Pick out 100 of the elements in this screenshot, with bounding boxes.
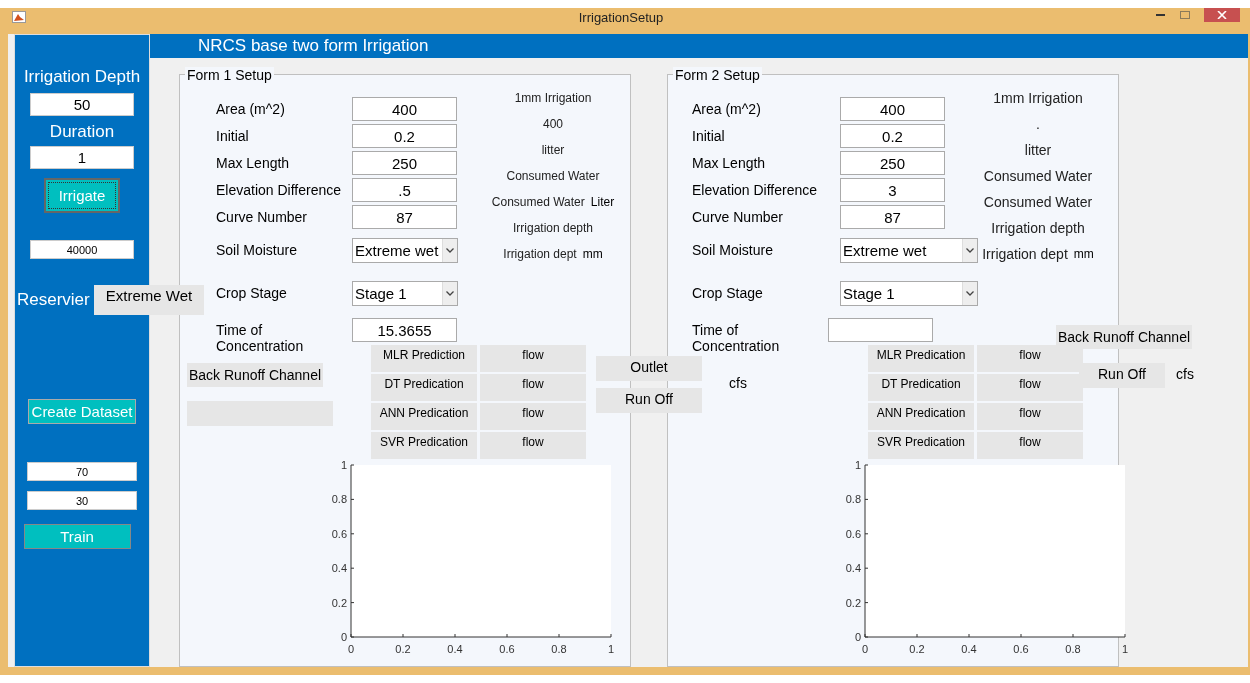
- tick-label: 0.2: [845, 596, 861, 609]
- input-field[interactable]: 400: [840, 97, 945, 121]
- caret-icon: [446, 291, 454, 296]
- tick-label: 0.6: [845, 527, 861, 540]
- prediction-value: flow: [480, 432, 586, 459]
- field-label: Time of Concentration: [692, 321, 781, 354]
- result-text: Irrigation dept: [982, 246, 1068, 262]
- result-text: Consumed Water: [491, 195, 585, 209]
- prediction-value: flow: [977, 432, 1083, 459]
- dropdown[interactable]: Stage 1: [352, 281, 458, 306]
- tick-label: 0.4: [447, 643, 463, 655]
- output-label: Outlet: [596, 356, 702, 381]
- form-title: Form 2 Setup: [673, 67, 762, 83]
- result-text: 1mm Irrigation: [514, 91, 592, 105]
- back-runoff-label: Back Runoff Channel: [187, 363, 324, 387]
- split-field[interactable]: 70: [27, 462, 137, 481]
- form-title: Form 1 Setup: [185, 67, 274, 83]
- field-label: Crop Stage: [216, 284, 288, 301]
- prediction-label: MLR Predication: [868, 345, 974, 372]
- result-text: .: [1036, 116, 1040, 132]
- tick-label: 0.6: [331, 527, 347, 540]
- field-label: Max Length: [216, 154, 291, 171]
- depth-label: Irrigation Depth: [23, 67, 141, 87]
- field-label: Crop Stage: [692, 284, 764, 301]
- output-label: Run Off: [596, 388, 702, 413]
- tick-label: 0.4: [961, 643, 977, 655]
- input-field[interactable]: 0.2: [840, 124, 945, 148]
- tick-label: 0.2: [909, 643, 925, 655]
- result-text: Consumed Water: [983, 194, 1093, 210]
- field-label: Time of Concentration: [216, 321, 305, 354]
- prediction-value: flow: [480, 345, 586, 372]
- duration-field[interactable]: 1: [30, 146, 134, 169]
- input-field[interactable]: 250: [352, 151, 457, 175]
- tick-label: 0.4: [845, 562, 861, 575]
- reservoir-label: Reservier: [17, 290, 90, 310]
- caret-icon: [446, 248, 454, 253]
- close-button[interactable]: [1204, 8, 1240, 22]
- result-text: Irrigation dept: [503, 247, 577, 261]
- result-text: Irrigation depth: [512, 221, 594, 235]
- minimize-icon[interactable]: [1156, 13, 1166, 17]
- field-label: Curve Number: [692, 208, 785, 225]
- input-field[interactable]: 87: [840, 205, 945, 229]
- tick-label: 1: [1121, 643, 1129, 655]
- result-text: 400: [543, 117, 563, 131]
- result-text: Consumed Water: [506, 169, 600, 183]
- caret-icon: [966, 248, 974, 253]
- tick-label: 0.8: [331, 493, 347, 506]
- tick-label: 0.6: [499, 643, 515, 655]
- field-label: Elevation Difference: [216, 181, 343, 198]
- close-icon: [1217, 11, 1227, 19]
- unit-text: mm: [1073, 247, 1094, 261]
- input-field[interactable]: .5: [352, 178, 457, 202]
- prediction-value: flow: [480, 403, 586, 430]
- caret-icon: [966, 291, 974, 296]
- dropdown[interactable]: Stage 1: [840, 281, 978, 306]
- unit-text: cfs: [1176, 366, 1194, 382]
- prediction-label: ANN Predication: [868, 403, 974, 430]
- field-label: Curve Number: [216, 208, 309, 225]
- result-text: Irrigation depth: [991, 220, 1085, 236]
- prediction-label: DT Predication: [868, 374, 974, 401]
- tick-label: 0: [340, 631, 347, 643]
- maximize-icon[interactable]: [1180, 11, 1190, 19]
- total-field[interactable]: 40000: [30, 240, 134, 259]
- prediction-label: ANN Predication: [371, 403, 477, 430]
- depth-field[interactable]: 50: [30, 93, 134, 116]
- dropdown[interactable]: Extreme wet: [352, 238, 458, 263]
- tick-label: 1: [607, 643, 615, 655]
- tick-label: 0.2: [331, 596, 347, 609]
- tick-label: 1: [340, 459, 347, 471]
- duration-label: Duration: [49, 122, 115, 142]
- reservoir-status: Extreme Wet: [93, 285, 204, 315]
- dropdown[interactable]: Extreme wet: [840, 238, 978, 263]
- tick-label: 0: [861, 643, 869, 655]
- input-field[interactable]: [828, 318, 933, 342]
- input-field[interactable]: 15.3655: [352, 318, 457, 342]
- input-field[interactable]: 3: [840, 178, 945, 202]
- tick-label: 0.6: [1013, 643, 1029, 655]
- input-field[interactable]: 0.2: [352, 124, 457, 148]
- output-label: Run Off: [1079, 363, 1165, 388]
- field-label: Elevation Difference: [692, 181, 819, 198]
- input-field[interactable]: 250: [840, 151, 945, 175]
- prediction-label: SVR Predication: [371, 432, 477, 459]
- header-title: NRCS base two form Irrigation: [198, 36, 429, 56]
- prediction-value: flow: [977, 403, 1083, 430]
- input-field[interactable]: 87: [352, 205, 457, 229]
- field-label: Soil Moisture: [692, 241, 774, 258]
- tick-label: 0.8: [845, 493, 861, 506]
- input-field[interactable]: 400: [352, 97, 457, 121]
- tick-label: 0.8: [551, 643, 567, 655]
- prediction-label: MLR Prediction: [371, 345, 477, 372]
- field-label: Initial: [216, 127, 250, 146]
- unit-text: cfs: [729, 375, 747, 391]
- prediction-value: flow: [977, 374, 1083, 401]
- tick-label: 0.2: [395, 643, 411, 655]
- split-field[interactable]: 30: [27, 491, 137, 510]
- prediction-value: flow: [480, 374, 586, 401]
- tick-label: 0.8: [1065, 643, 1081, 655]
- tick-label: 0.4: [331, 562, 347, 575]
- prediction-label: DT Predication: [371, 374, 477, 401]
- unit-text: Liter: [590, 195, 615, 209]
